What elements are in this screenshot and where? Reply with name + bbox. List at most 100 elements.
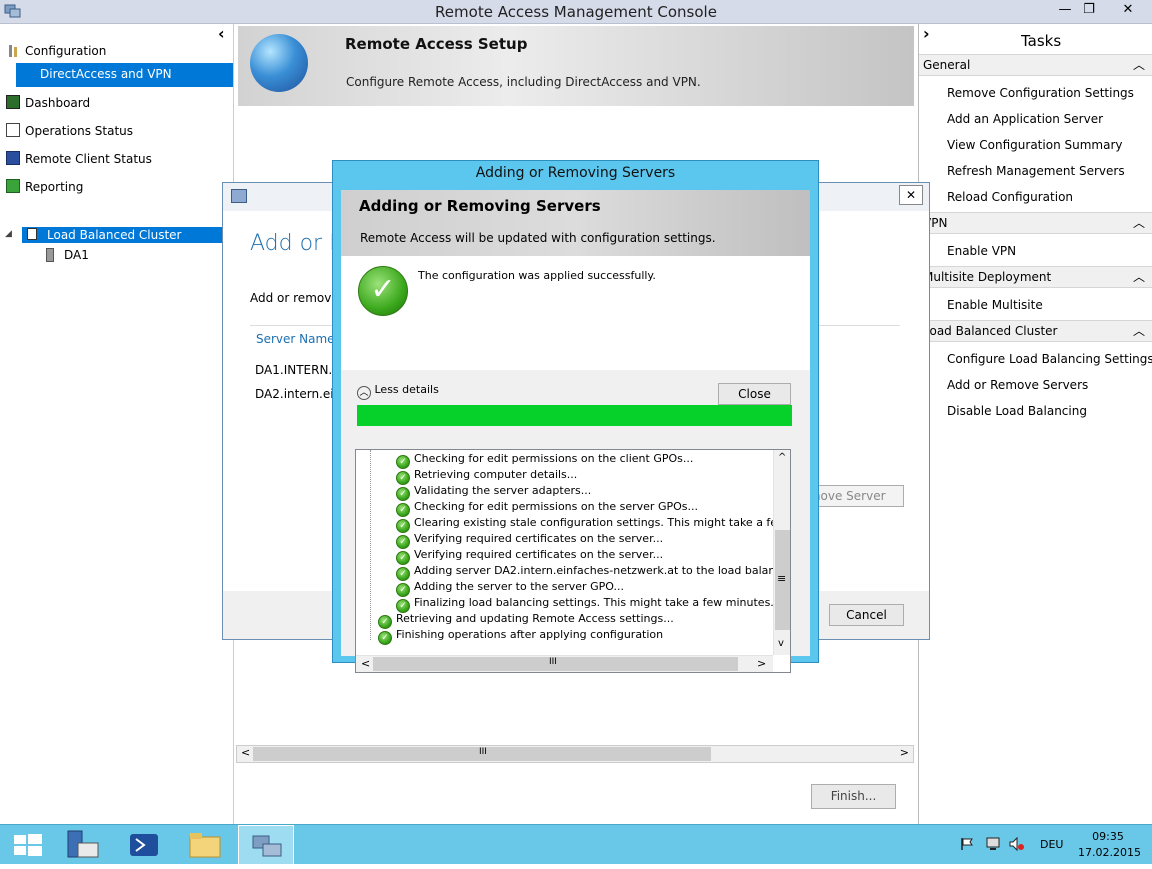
server-manager-taskbar-button[interactable] <box>56 825 112 865</box>
folder-icon <box>189 833 221 858</box>
network-icon[interactable] <box>985 836 1001 852</box>
chevron-up-icon: ︿ <box>357 386 371 400</box>
task-remove-configuration-settings[interactable]: Remove Configuration Settings <box>947 85 1134 101</box>
details-log-tree[interactable]: ✓ Checking for edit permissions on the cl… <box>355 449 791 673</box>
task-configure-load-balancing[interactable]: Configure Load Balancing Settings <box>947 351 1152 367</box>
task-add-application-server[interactable]: Add an Application Server <box>947 111 1103 127</box>
file-explorer-taskbar-button[interactable] <box>176 825 232 865</box>
remote-access-setup-banner: Remote Access Setup Configure Remote Acc… <box>238 26 914 106</box>
wizard-close-button[interactable]: ✕ <box>899 185 923 205</box>
log-text: Finishing operations after applying conf… <box>396 628 664 641</box>
clock[interactable]: 09:35 17.02.2015 <box>1078 829 1141 861</box>
powershell-icon <box>130 834 158 856</box>
log-text: Verifying required certificates on the s… <box>414 548 664 561</box>
tree-item-da1[interactable]: DA1 <box>46 246 89 264</box>
restore-button[interactable]: ❐ <box>1072 0 1106 20</box>
tree-expander-icon[interactable]: ◢ <box>5 229 12 239</box>
log-text: Checking for edit permissions on the ser… <box>414 500 698 513</box>
nav-label: Remote Client Status <box>25 152 152 166</box>
scroll-up-arrow[interactable]: ^ <box>778 452 786 463</box>
log-text: Adding the server to the server GPO... <box>414 580 624 593</box>
close-button[interactable]: ✕ <box>1108 0 1148 20</box>
globe-icon <box>250 34 308 92</box>
server-name-column-header[interactable]: Server Name <box>256 332 335 346</box>
wizard-title: Add or R <box>250 231 345 256</box>
server-icon <box>46 248 54 262</box>
scroll-left-arrow[interactable]: < <box>241 746 250 759</box>
task-reload-configuration[interactable]: Reload Configuration <box>947 189 1073 205</box>
log-row[interactable]: ✓ Adding the server to the server GPO... <box>396 579 624 597</box>
report-icon <box>6 179 20 193</box>
expand-tasks-button[interactable]: › <box>923 24 930 43</box>
dialog-header: Adding or Removing Servers Remote Access… <box>341 190 810 256</box>
log-horizontal-scrollbar[interactable]: < III > <box>356 655 773 672</box>
tasks-section-load-balanced-cluster[interactable]: Load Balanced Cluster ︿ <box>919 320 1152 342</box>
task-disable-load-balancing[interactable]: Disable Load Balancing <box>947 403 1087 419</box>
cancel-button[interactable]: Cancel <box>829 604 904 626</box>
log-row[interactable]: ✓ Checking for edit permissions on the se… <box>396 499 698 517</box>
powershell-taskbar-button[interactable] <box>116 825 172 865</box>
log-row[interactable]: ✓ Verifying required certificates on the … <box>396 547 664 565</box>
status-message: The configuration was applied successful… <box>418 269 656 282</box>
log-row[interactable]: ✓ Finalizing load balancing settings. Thi… <box>396 595 781 613</box>
log-text: Clearing existing stale configuration se… <box>414 516 790 529</box>
tasks-section-vpn[interactable]: VPN ︿ <box>919 212 1152 234</box>
task-enable-multisite[interactable]: Enable Multisite <box>947 297 1043 313</box>
task-add-remove-servers[interactable]: Add or Remove Servers <box>947 377 1088 393</box>
remote-access-taskbar-button[interactable] <box>238 825 294 865</box>
nav-item-configuration[interactable]: Configuration <box>6 41 106 61</box>
wrench-icon <box>9 45 17 57</box>
log-row[interactable]: ✓ Finishing operations after applying con… <box>378 627 664 645</box>
banner-description: Configure Remote Access, including Direc… <box>346 75 701 89</box>
log-row[interactable]: ✓ Retrieving computer details... <box>396 467 578 485</box>
log-row[interactable]: ✓ Verifying required certificates on the … <box>396 531 663 549</box>
nav-item-operations-status[interactable]: Operations Status <box>6 121 133 141</box>
log-row[interactable]: ✓ Checking for edit permissions on the cl… <box>396 451 693 469</box>
dialog-content: Adding or Removing Servers Remote Access… <box>341 190 810 673</box>
scroll-right-arrow[interactable]: > <box>900 746 909 759</box>
nav-label: Reporting <box>25 180 84 194</box>
task-enable-vpn[interactable]: Enable VPN <box>947 243 1016 259</box>
log-text: Retrieving computer details... <box>414 468 578 481</box>
remote-access-icon <box>252 835 282 857</box>
section-header: Load Balanced Cluster <box>923 324 1058 338</box>
server-row[interactable]: DA1.INTERN.EI <box>255 363 343 377</box>
wizard-icon <box>231 189 247 203</box>
center-horizontal-scrollbar[interactable]: < III > <box>236 745 914 763</box>
log-row[interactable]: ✓ Clearing existing stale configuration s… <box>396 515 790 533</box>
scroll-down-arrow[interactable]: v <box>778 638 784 649</box>
log-row[interactable]: ✓ Retrieving and updating Remote Access s… <box>378 611 674 629</box>
input-language-indicator[interactable]: DEU <box>1040 838 1063 851</box>
finish-button[interactable]: Finish... <box>811 784 896 809</box>
tasks-section-general[interactable]: General ︿ <box>919 54 1152 76</box>
flag-icon[interactable] <box>960 837 974 851</box>
check-icon: ✓ <box>378 631 392 645</box>
chevron-up-icon: ︿ <box>1132 324 1145 338</box>
dialog-heading: Adding or Removing Servers <box>359 197 601 215</box>
speaker-muted-icon[interactable] <box>1008 836 1024 852</box>
tree-item-load-balanced-cluster[interactable]: Load Balanced Cluster <box>22 227 222 243</box>
scroll-right-arrow[interactable]: > <box>757 657 766 670</box>
nav-item-remote-client-status[interactable]: Remote Client Status <box>6 149 152 169</box>
nav-item-dashboard[interactable]: Dashboard <box>6 93 90 113</box>
start-button[interactable] <box>0 825 56 865</box>
tasks-title: Tasks <box>1021 32 1062 50</box>
section-header: Multisite Deployment <box>923 270 1052 284</box>
log-vertical-scrollbar[interactable]: ^ ≡ v <box>773 450 790 655</box>
log-row[interactable]: ✓ Validating the server adapters... <box>396 483 591 501</box>
close-button[interactable]: Close <box>718 383 791 405</box>
less-details-toggle[interactable]: ︿ Less details <box>357 379 439 401</box>
tasks-section-multisite[interactable]: Multisite Deployment ︿ <box>919 266 1152 288</box>
nav-item-reporting[interactable]: Reporting <box>6 177 83 197</box>
chevron-up-icon: ︿ <box>1132 216 1145 230</box>
nav-item-directaccess-vpn[interactable]: DirectAccess and VPN <box>16 63 233 87</box>
log-text: Adding server DA2.intern.einfaches-netzw… <box>414 564 791 577</box>
collapse-nav-button[interactable]: ‹ <box>218 24 225 43</box>
scroll-left-arrow[interactable]: < <box>361 657 370 670</box>
monitor-icon <box>6 151 20 165</box>
tree-guide-line <box>370 450 371 640</box>
task-refresh-management-servers[interactable]: Refresh Management Servers <box>947 163 1125 179</box>
task-view-configuration-summary[interactable]: View Configuration Summary <box>947 137 1122 153</box>
navigation-pane: ‹ Configuration DirectAccess and VPN Das… <box>0 24 234 824</box>
log-row[interactable]: ✓ Adding server DA2.intern.einfaches-netz… <box>396 563 791 581</box>
